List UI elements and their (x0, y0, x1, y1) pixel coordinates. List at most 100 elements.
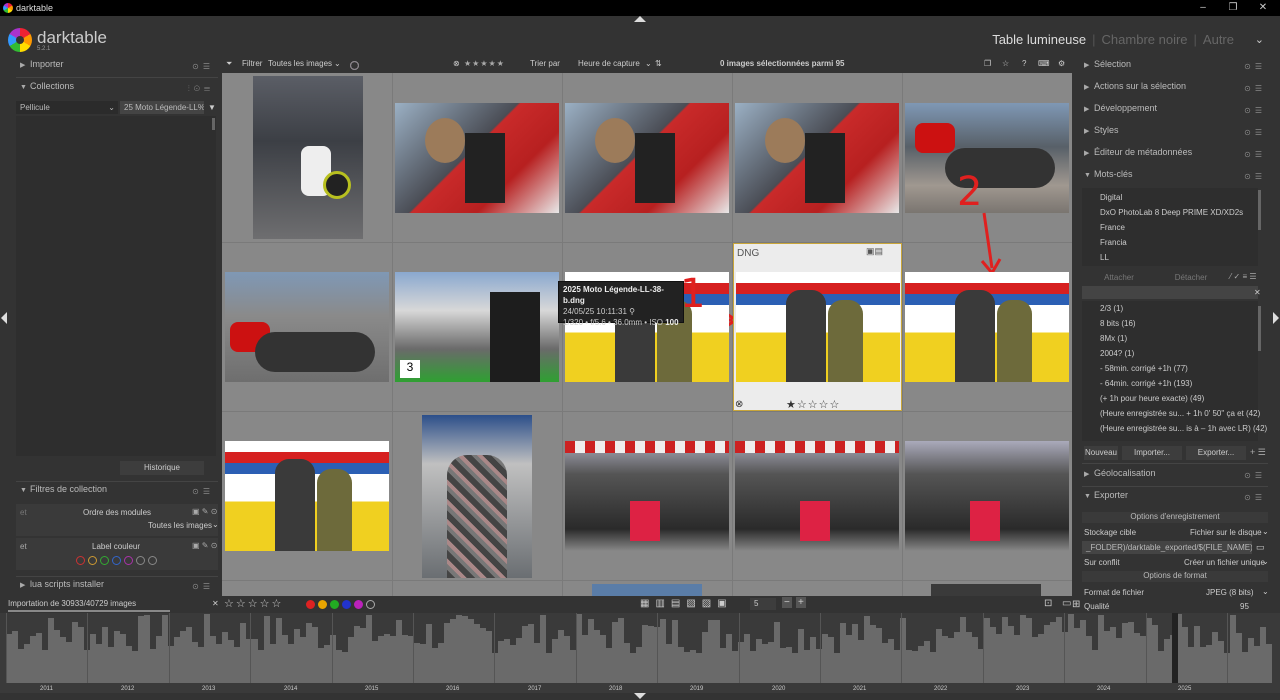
sort-select[interactable]: Heure de capture (578, 59, 640, 68)
highlighted-thumbnail-cell[interactable]: DNG ▣▤ ⊗ ★☆☆☆☆ (733, 243, 902, 411)
red-label-icon[interactable] (76, 556, 85, 566)
tag-dictionary-list[interactable]: 2/3 (1) 8 bits (16) 8Mx (1) 2004? (1) - … (1082, 301, 1267, 441)
thumbnail-grid[interactable]: 2 3 DNG ▣▤ ⊗ ★☆☆☆☆ 1 (222, 73, 1072, 596)
thumbnail-image[interactable] (736, 272, 900, 382)
section-icons[interactable]: ⊙☰ (1244, 106, 1266, 115)
filter-rule-modules[interactable]: et Ordre des modules ▣ ✎ ⊙ Toutes les im… (16, 504, 219, 536)
reject-icon[interactable]: ⊗ (453, 59, 460, 68)
collection-value-input[interactable]: 25 Moto Légende-LL% (120, 101, 204, 114)
section-icons[interactable]: ⊙☰ (1244, 84, 1266, 93)
thumbnail-image[interactable]: 3 (395, 272, 559, 382)
gray-label-icon[interactable] (148, 556, 157, 566)
timeline-selection[interactable] (1172, 613, 1178, 683)
tag-item[interactable]: 2004? (1) (1100, 349, 1134, 358)
attached-keywords-list[interactable]: Digital DxO PhotoLab 8 Deep PRIME XD/XD2… (1082, 188, 1258, 266)
close-icon[interactable]: ✕ (212, 599, 219, 608)
color-label-buttons[interactable] (306, 599, 378, 610)
sort-order-icon[interactable]: ⇅ (655, 59, 662, 68)
keyword-item[interactable]: Francia (1100, 238, 1127, 247)
yellow-label-icon[interactable] (88, 556, 97, 566)
thumbnail-image[interactable] (905, 272, 1069, 382)
section-icons[interactable]: ⊙☰ (1244, 493, 1266, 502)
thumbnail-image[interactable] (225, 441, 389, 551)
section-icons[interactable]: ⊙☰ (1244, 172, 1266, 181)
lua-scripts-section[interactable]: ▶ lua scripts installer ⊙☰ (20, 579, 218, 597)
shortcuts-icon[interactable]: ⌨ (1038, 59, 1050, 68)
view-lighttable[interactable]: Table lumineuse (992, 32, 1086, 47)
history-button[interactable]: Historique (120, 461, 204, 475)
rating-filter[interactable]: ★★★★★ (464, 59, 505, 68)
keyword-item[interactable]: France (1100, 223, 1125, 232)
keyword-toggle-icons[interactable]: ⁄ ✓ ≡ ☰ (1230, 272, 1257, 281)
list-scrollbar[interactable] (212, 118, 215, 130)
section-icons[interactable]: ⊙☰ (192, 582, 214, 591)
styles-section[interactable]: ▶ Styles ⊙☰ (1084, 125, 1270, 143)
overlay-star-icon[interactable]: ☆ (1002, 59, 1009, 68)
help-icon[interactable]: ? (1022, 59, 1026, 68)
metadata-editor-section[interactable]: ▶ Éditeur de métadonnées ⊙☰ (1084, 147, 1270, 165)
gray-label-icon[interactable] (136, 556, 145, 566)
thumbnail-image[interactable] (592, 584, 702, 596)
tag-item[interactable]: (+ 1h pour heure exacte) (49) (1100, 394, 1204, 403)
display-profile-icon[interactable]: ⊞ (1072, 599, 1080, 610)
format-select[interactable]: JPEG (8 bits) (1206, 588, 1254, 597)
tag-item[interactable]: - 64min. corrigé +1h (193) (1100, 379, 1192, 388)
detach-button[interactable]: Détacher (1156, 271, 1226, 285)
section-icons[interactable]: ⊙☰ (192, 487, 214, 496)
color-label-dots[interactable] (76, 555, 160, 566)
attach-button[interactable]: Attacher (1084, 271, 1154, 285)
thumbnail-image[interactable] (565, 441, 729, 551)
new-keyword-button[interactable]: Nouveau (1084, 446, 1118, 460)
collections-section[interactable]: ▼ Collections ⫶⊙☰ (20, 81, 218, 99)
export-section[interactable]: ▼ Exporter ⊙☰ (1084, 490, 1270, 508)
thumbnail-image[interactable] (225, 272, 389, 382)
view-darkroom[interactable]: Chambre noire (1102, 32, 1188, 47)
clear-icon[interactable]: ✕ (1254, 288, 1261, 297)
keyword-item[interactable]: DxO PhotoLab 8 Deep PRIME XD/XD2s (1100, 208, 1243, 217)
purple-label-icon[interactable] (124, 556, 133, 566)
gray-label-icon[interactable] (350, 61, 359, 70)
conflict-select[interactable]: Créer un fichier unique (1184, 558, 1265, 567)
tag-item[interactable]: (Heure enregistrée su... is à – 1h avec … (1100, 424, 1267, 433)
zoom-in-button[interactable]: + (796, 597, 806, 608)
filter-rule-color-label[interactable]: et Label couleur ▣ ✎ ⊙ (16, 538, 218, 570)
zoom-entry[interactable]: 5 (750, 598, 776, 610)
add-icon[interactable]: + ☰ (1250, 447, 1266, 458)
selection-actions-section[interactable]: ▶ Actions sur la sélection ⊙☰ (1084, 81, 1270, 99)
timeline-strip[interactable]: 2011 2012 2013 2014 2015 2016 2017 2018 … (0, 613, 1280, 693)
view-other[interactable]: Autre (1203, 32, 1234, 47)
geolocation-section[interactable]: ▶ Géolocalisation ⊙☰ (1084, 468, 1270, 486)
pin-icon[interactable]: ▣ ✎ ⊙ (192, 541, 217, 550)
purple-label-icon[interactable] (354, 600, 363, 610)
filter-value[interactable]: Toutes les images (148, 521, 212, 530)
group-icon[interactable]: ▣▤ (866, 246, 883, 257)
keyword-item[interactable]: LL (1100, 253, 1109, 263)
list-scrollbar[interactable] (1258, 306, 1261, 351)
zoom-out-button[interactable]: − (782, 597, 792, 608)
tag-item[interactable]: 2/3 (1) (1100, 304, 1123, 313)
section-icons[interactable]: ⊙☰ (1244, 471, 1266, 480)
yellow-label-icon[interactable] (318, 600, 327, 610)
section-icons[interactable]: ⊙☰ (192, 62, 214, 71)
importer-section[interactable]: ▶ Importer ⊙☰ (20, 59, 218, 77)
section-icons[interactable]: ⫶⊙☰ (188, 84, 214, 94)
selection-section[interactable]: ▶ Sélection ⊙☰ (1084, 59, 1270, 77)
tag-item[interactable]: 8Mx (1) (1100, 334, 1127, 343)
section-icons[interactable]: ⊙☰ (1244, 128, 1266, 137)
maximize-button[interactable]: ❐ (1218, 2, 1248, 14)
keywords-section[interactable]: ▼ Mots-clés ⊙☰ (1084, 169, 1270, 187)
folder-icon[interactable]: ▭ (1256, 542, 1265, 553)
reject-icon[interactable]: ⊗ (735, 399, 743, 410)
green-label-icon[interactable] (330, 600, 339, 610)
layout-mode-icons[interactable]: ▦▥▤▧▨▣ (640, 598, 733, 609)
clear-label-icon[interactable] (366, 600, 375, 610)
thumbnail-image[interactable] (905, 441, 1069, 551)
export-path-input[interactable]: _FOLDER)/darktable_exported/$(FILE_NAME) (1082, 541, 1252, 554)
keyword-entry-input[interactable] (1082, 286, 1258, 299)
thumbnail-image[interactable] (422, 415, 532, 578)
pin-icon[interactable]: ▣ ✎ ⊙ (192, 507, 217, 516)
thumbnail-image[interactable] (931, 584, 1041, 596)
collapse-right-arrow-icon[interactable] (1273, 312, 1279, 324)
close-window-button[interactable]: ✕ (1248, 2, 1278, 14)
section-icons[interactable]: ⊙☰ (1244, 150, 1266, 159)
